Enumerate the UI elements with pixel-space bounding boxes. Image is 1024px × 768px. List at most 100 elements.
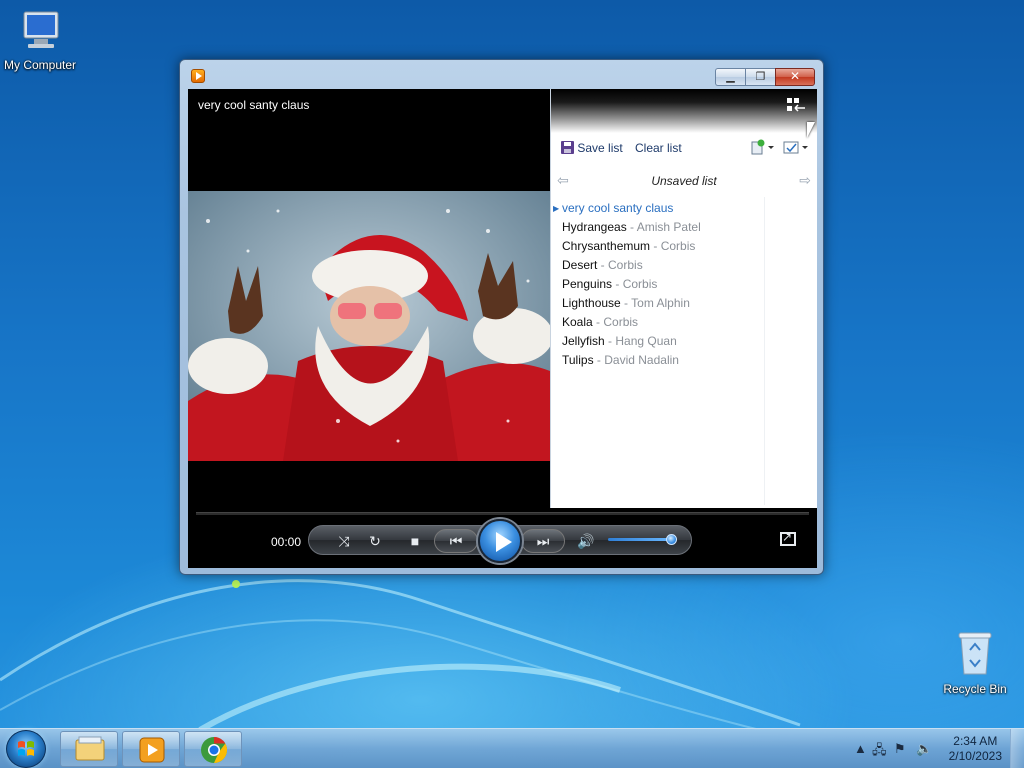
playlist-item-artist: Tom Alphin <box>631 296 690 310</box>
taskbar-chrome-button[interactable] <box>184 731 242 767</box>
taskbar-explorer-button[interactable] <box>60 731 118 767</box>
windows-logo-icon <box>18 741 34 756</box>
santa-video-image <box>188 191 550 461</box>
desktop-icon-my-computer[interactable]: My Computer <box>0 8 80 72</box>
taskbar: ▲ 🖧 ⚑ 🔈 2:34 AM 2/10/2023 <box>0 728 1024 768</box>
list-options-icon <box>751 139 774 155</box>
volume-icon[interactable]: 🔈 <box>916 741 932 757</box>
playlist-pane: Save list Clear list ⇦ Unsaved list ⇨ ▶ … <box>550 89 817 508</box>
playlist-item-artist: Hang Quan <box>615 334 677 348</box>
close-button[interactable]: ✕ <box>775 68 815 86</box>
previous-button[interactable]: ⏮ <box>434 529 478 553</box>
speaker-icon: 🔊 <box>577 533 595 549</box>
desktop-icon-label: My Computer <box>3 58 77 72</box>
play-button[interactable] <box>478 519 522 563</box>
network-icon[interactable]: 🖧 <box>872 741 887 763</box>
playlist-item[interactable]: Penguins - Corbis <box>551 275 817 294</box>
restore-button[interactable]: ❐ <box>745 68 775 86</box>
playlist-item[interactable]: Chrysanthemum - Corbis <box>551 237 817 256</box>
playlist-item-title: very cool santy claus <box>562 201 674 215</box>
switch-to-library-icon[interactable] <box>787 98 805 112</box>
seek-bar[interactable] <box>196 512 809 515</box>
computer-icon <box>23 11 59 48</box>
playlist-item-title: Koala <box>562 315 593 329</box>
playlist-item[interactable]: ▶ very cool santy claus <box>551 199 817 218</box>
desktop-icon-label: Recycle Bin <box>943 682 1007 696</box>
clock-time: 2:34 AM <box>953 734 998 748</box>
playlist-item[interactable]: Koala - Corbis <box>551 313 817 332</box>
repeat-button[interactable]: ↻ <box>364 530 386 552</box>
recycle-bin-icon <box>958 632 992 675</box>
playlist-item-title: Hydrangeas <box>562 220 627 234</box>
now-playing-title: very cool santy claus <box>198 98 310 112</box>
volume-slider-thumb[interactable] <box>666 534 677 545</box>
stop-icon: ■ <box>410 533 420 549</box>
playlist-item-artist: David Nadalin <box>604 353 679 367</box>
stop-button[interactable]: ■ <box>404 530 426 552</box>
start-button[interactable] <box>6 730 46 768</box>
clear-list-button[interactable]: Clear list <box>635 141 682 155</box>
clock-date: 2/10/2023 <box>948 749 1002 763</box>
desktop-icon-recycle-bin[interactable]: Recycle Bin <box>935 630 1015 696</box>
playlist-item-title: Jellyfish <box>562 334 605 348</box>
playlist-item[interactable]: Hydrangeas - Amish Patel <box>551 218 817 237</box>
save-list-button[interactable]: Save list <box>561 141 623 155</box>
window-titlebar[interactable]: ▁ ❐ ✕ <box>180 60 823 88</box>
switch-to-now-playing-button[interactable] <box>780 530 796 546</box>
playlist-item-artist: Corbis <box>608 258 643 272</box>
action-center-flag-icon[interactable]: ⚑ <box>894 741 906 757</box>
previous-icon: ⏮ <box>449 533 463 549</box>
volume-slider[interactable] <box>608 538 672 541</box>
minimize-button[interactable]: ▁ <box>715 68 745 86</box>
system-tray: ▲ 🖧 ⚑ 🔈 2:34 AM 2/10/2023 <box>834 729 1024 768</box>
chrome-icon <box>201 736 228 764</box>
save-list-label: Save list <box>577 141 623 155</box>
list-options-button[interactable] <box>751 139 777 158</box>
clock[interactable]: 2:34 AM 2/10/2023 <box>949 734 1002 764</box>
checklist-icon <box>783 141 808 154</box>
restore-icon: ❐ <box>755 71 766 83</box>
playlist-item-artist: Corbis <box>622 277 658 291</box>
playlist-toolbar: Save list Clear list <box>551 135 817 161</box>
playlist-items: ▶ very cool santy claus Hydrangeas - Ami… <box>551 199 817 370</box>
playlist-item-artist: Corbis <box>660 239 696 253</box>
shuffle-button[interactable]: ⤨ <box>333 530 355 552</box>
playlist-header <box>551 89 817 133</box>
repeat-icon: ↻ <box>369 533 381 549</box>
playlist-item-title: Desert <box>562 258 598 272</box>
playlist-title: Unsaved list <box>651 174 717 188</box>
media-player-icon <box>139 737 165 763</box>
playlist-item-title: Tulips <box>562 353 594 367</box>
windows-explorer-icon <box>75 736 105 761</box>
video-area[interactable]: very cool santy claus <box>188 89 550 508</box>
playlist-item-artist: Corbis <box>603 315 639 329</box>
now-playing-marker-icon: ▶ <box>553 204 560 213</box>
playlist-item[interactable]: Jellyfish - Hang Quan <box>551 332 817 351</box>
show-hidden-icons-icon[interactable]: ▲ <box>854 741 867 756</box>
playlist-item[interactable]: Lighthouse - Tom Alphin <box>551 294 817 313</box>
playlist-item[interactable]: Tulips - David Nadalin <box>551 351 817 370</box>
video-frame[interactable] <box>188 191 550 461</box>
playlist-item-title: Penguins <box>562 277 613 291</box>
playlist-column-divider[interactable] <box>764 197 765 505</box>
playlist-item-artist: Amish Patel <box>636 220 701 234</box>
save-icon <box>561 141 574 154</box>
minimize-icon: ▁ <box>726 71 735 83</box>
media-player-window: ▁ ❐ ✕ very cool santy claus Save list Cl… <box>179 59 824 575</box>
taskbar-media-player-button[interactable] <box>122 731 180 767</box>
forward-arrow-icon[interactable]: ⇨ <box>799 172 811 189</box>
next-icon: ⏭ <box>536 533 550 549</box>
playlist-item[interactable]: Desert - Corbis <box>551 256 817 275</box>
next-button[interactable]: ⏭ <box>521 529 565 553</box>
show-desktop-button[interactable] <box>1010 729 1024 768</box>
playlist-item-title: Lighthouse <box>562 296 621 310</box>
mouse-cursor-icon <box>807 122 815 138</box>
close-icon: ✕ <box>789 69 801 83</box>
media-player-icon <box>191 69 205 83</box>
playlist-view-button[interactable] <box>783 139 811 158</box>
playback-controls: 00:00 ⤨ ↻ ■ ⏮ ⏭ 🔊 <box>188 508 817 568</box>
playlist-item-title: Chrysanthemum <box>562 239 651 253</box>
playlist-nav: ⇦ Unsaved list ⇨ <box>551 169 817 193</box>
mute-button[interactable]: 🔊 <box>575 530 597 552</box>
shuffle-icon: ⤨ <box>338 533 350 549</box>
